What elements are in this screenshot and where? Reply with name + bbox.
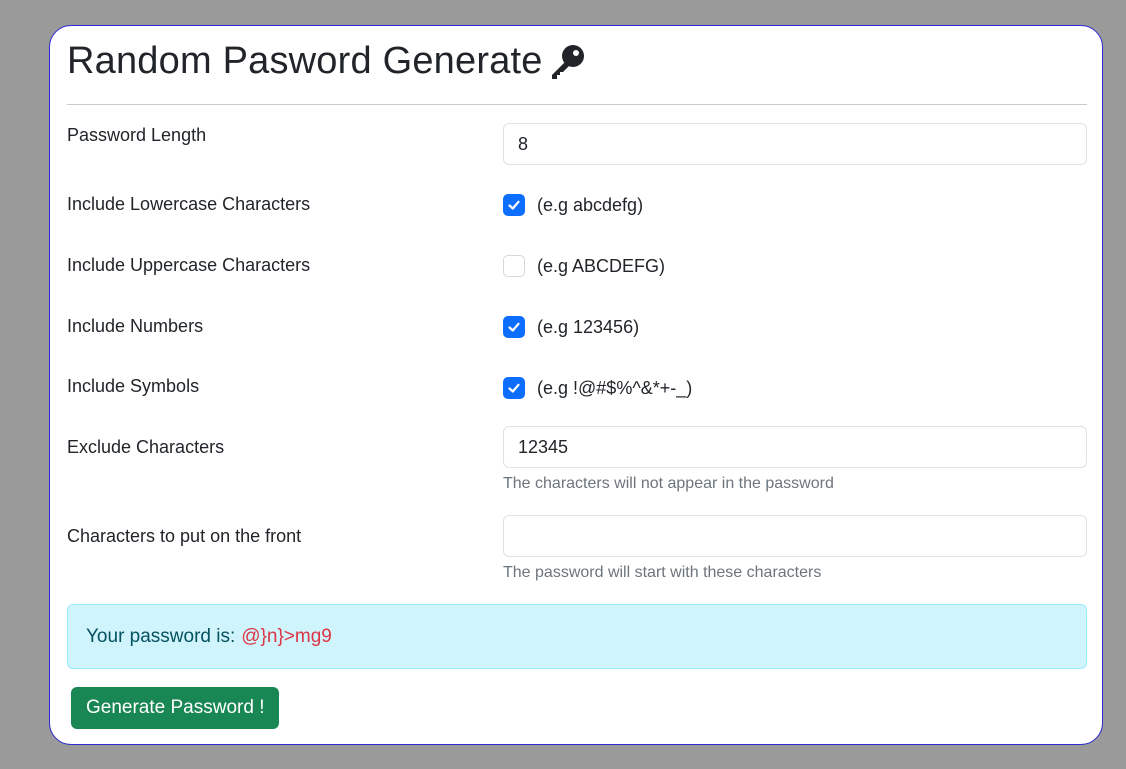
- numbers-label: Include Numbers: [67, 316, 204, 336]
- numbers-checkbox[interactable]: [503, 316, 525, 338]
- uppercase-option: (e.g ABCDEFG): [503, 255, 665, 277]
- password-result-alert: Your password is: @}n}>mg9: [67, 604, 1087, 669]
- lowercase-checkbox[interactable]: [503, 194, 525, 216]
- lowercase-example: (e.g abcdefg): [537, 194, 644, 215]
- generated-password: @}n}>mg9: [241, 625, 332, 647]
- uppercase-label: Include Uppercase Characters: [67, 255, 311, 275]
- prefix-input[interactable]: [503, 515, 1087, 557]
- check-icon: [508, 383, 520, 393]
- check-icon: [508, 200, 520, 210]
- exclude-help-text: The characters will not appear in the pa…: [503, 475, 834, 492]
- uppercase-checkbox[interactable]: [503, 255, 525, 277]
- lowercase-label: Include Lowercase Characters: [67, 194, 311, 214]
- symbols-checkbox[interactable]: [503, 377, 525, 399]
- symbols-example: (e.g !@#$%^&*+-_): [537, 377, 693, 398]
- symbols-option: (e.g !@#$%^&*+-_): [503, 377, 692, 399]
- prefix-label: Characters to put on the front: [67, 526, 302, 546]
- prefix-help-text: The password will start with these chara…: [503, 564, 822, 581]
- numbers-example: (e.g 123456): [537, 316, 640, 337]
- page-title: Random Pasword Generate: [67, 40, 543, 82]
- symbols-label: Include Symbols: [67, 376, 200, 396]
- check-icon: [508, 322, 520, 332]
- password-length-label: Password Length: [67, 125, 207, 145]
- numbers-option: (e.g 123456): [503, 316, 639, 338]
- generate-password-button[interactable]: Generate Password !: [71, 687, 280, 729]
- title-divider: [67, 104, 1087, 105]
- exclude-input[interactable]: [503, 426, 1087, 468]
- generator-card: Random Pasword Generate Password Length …: [49, 25, 1103, 745]
- key-icon: [547, 42, 587, 82]
- title-row: Random Pasword Generate: [67, 40, 587, 83]
- password-length-input[interactable]: [503, 123, 1087, 165]
- exclude-label: Exclude Characters: [67, 437, 225, 457]
- lowercase-option: (e.g abcdefg): [503, 194, 643, 216]
- result-prefix-text: Your password is:: [86, 625, 236, 647]
- uppercase-example: (e.g ABCDEFG): [537, 255, 666, 276]
